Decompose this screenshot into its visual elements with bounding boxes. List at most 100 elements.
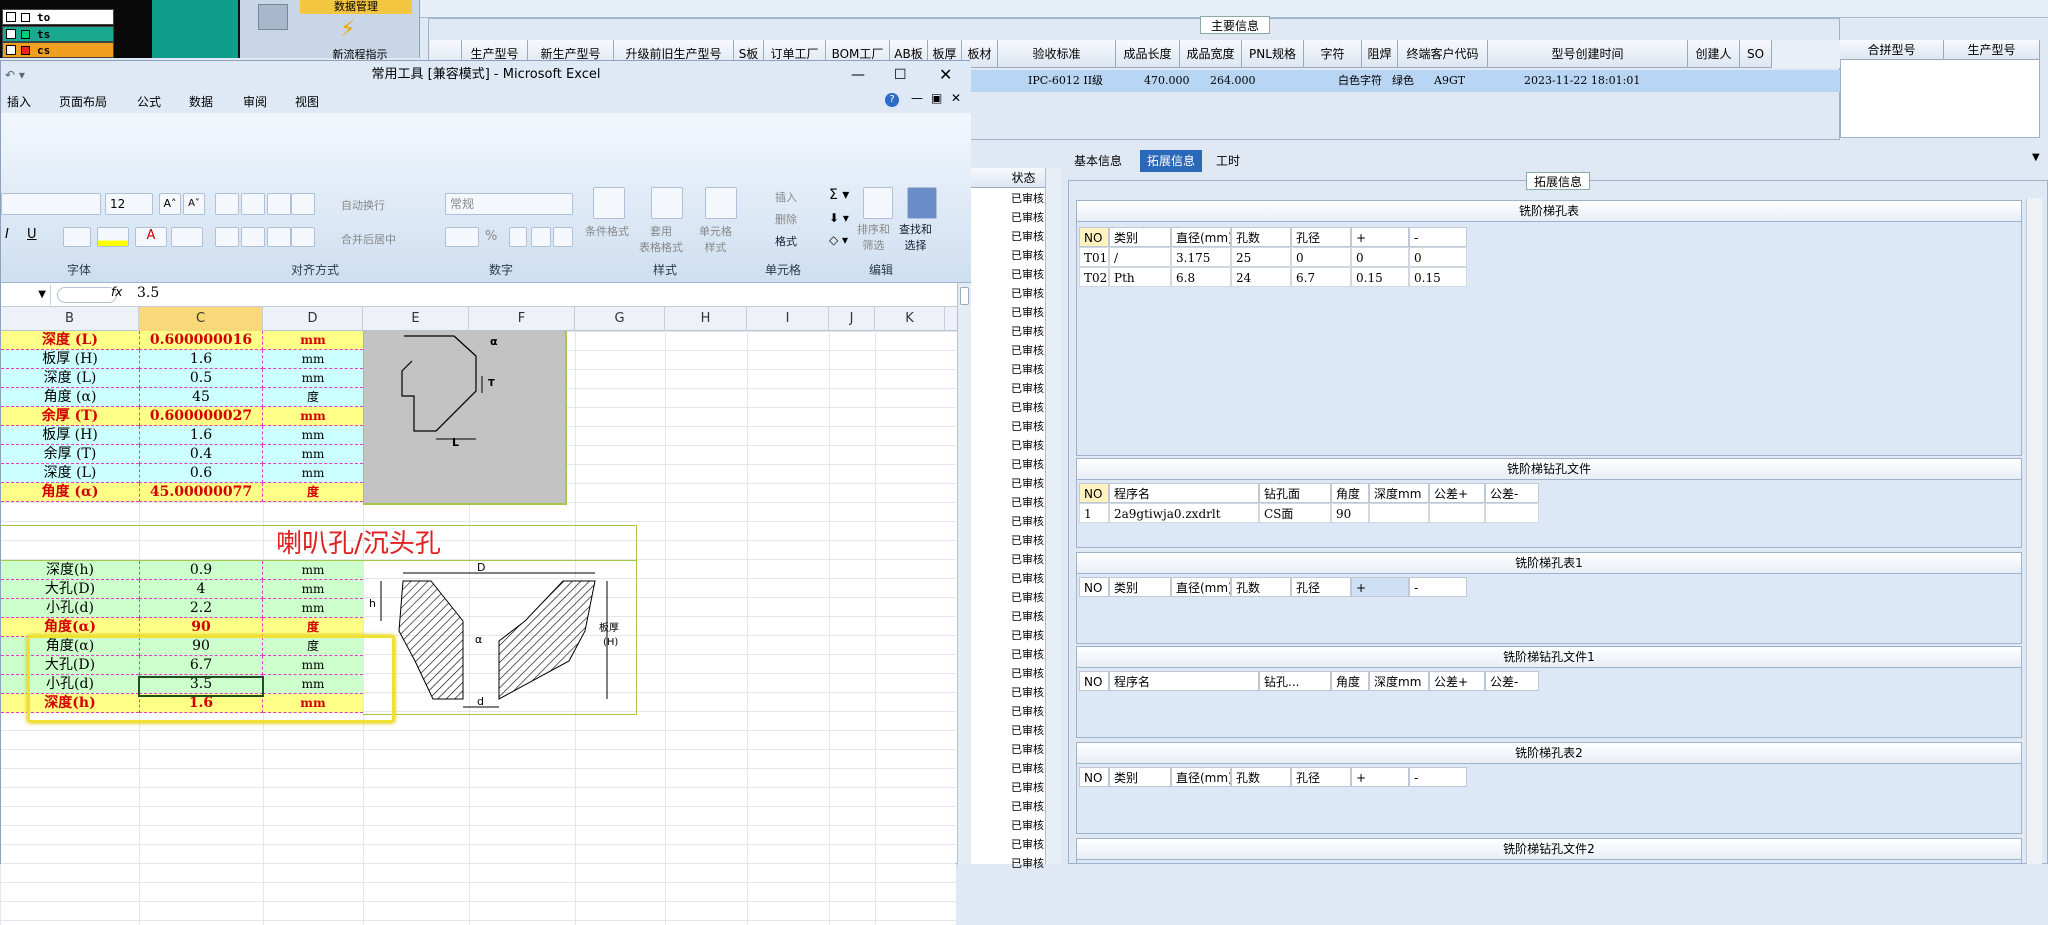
decrease-indent-icon[interactable] [291, 227, 315, 247]
status-cell[interactable]: 已审核 [1011, 209, 1045, 227]
table-cell[interactable]: 24 [1231, 267, 1291, 287]
status-cell[interactable]: 已审核 [1011, 741, 1045, 759]
status-cell[interactable]: 已审核 [1011, 418, 1045, 436]
increase-decimal-icon[interactable] [531, 227, 551, 247]
param-unit[interactable]: mm [263, 464, 363, 483]
column-header[interactable]: 成品长度 [1116, 40, 1180, 68]
status-header[interactable]: 状态 [971, 168, 1046, 188]
phonetic-icon[interactable] [171, 227, 203, 247]
table-cell[interactable]: T01 [1079, 247, 1109, 267]
column-header[interactable]: G [575, 307, 665, 331]
status-cell[interactable]: 已审核 [1011, 380, 1045, 398]
table-cell[interactable]: / [1109, 247, 1171, 267]
tab-formulas[interactable]: 公式 [137, 93, 161, 110]
orientation-icon[interactable] [291, 193, 315, 215]
currency-icon[interactable] [445, 227, 479, 247]
param-value[interactable]: 0.600000016 [139, 331, 263, 350]
layer-item[interactable]: cs [2, 42, 114, 58]
font-size-select[interactable]: 12 [105, 193, 153, 215]
table-cell[interactable]: 1 [1079, 503, 1109, 523]
status-cell[interactable]: 已审核 [1011, 665, 1045, 683]
table-cell[interactable]: CS面 [1259, 503, 1331, 523]
status-cell[interactable]: 已审核 [1011, 627, 1045, 645]
column-header[interactable]: PNL规格 [1242, 40, 1304, 68]
tab-data[interactable]: 数据 [189, 93, 213, 110]
param-label[interactable]: 角度 (α) [1, 388, 139, 407]
tab-basic-info[interactable]: 基本信息 [1074, 152, 1122, 169]
param-value[interactable]: 0.6 [139, 464, 263, 483]
clear-icon[interactable]: ◇ ▾ [829, 233, 848, 247]
param-value[interactable]: 45.00000077 [139, 483, 263, 502]
ribbon-restore-icon[interactable]: ▣ [931, 91, 942, 105]
insert-button[interactable]: 插入 [775, 189, 797, 205]
table-cell[interactable]: 90 [1331, 503, 1369, 523]
format-button[interactable]: 格式 [775, 233, 797, 249]
number-format-select[interactable]: 常规 [445, 193, 573, 215]
column-header[interactable]: D [263, 307, 363, 331]
lightning-icon[interactable]: ⚡ [340, 18, 364, 42]
column-header[interactable]: E [363, 307, 469, 331]
column-header-selected[interactable]: C [139, 307, 263, 331]
param-value[interactable]: 0.4 [139, 445, 263, 464]
table-cell[interactable] [1369, 503, 1429, 523]
status-cell[interactable]: 已审核 [1011, 589, 1045, 607]
status-cell[interactable]: 已审核 [1011, 551, 1045, 569]
cell-styles-button[interactable]: 单元格 样式 [699, 223, 732, 255]
column-header[interactable]: 生产型号 [1944, 40, 2040, 60]
table-cell[interactable]: 0 [1291, 247, 1351, 267]
worksheet[interactable]: 深度 (L) 0.600000016 mm 板厚 (H) 1.6 mm 深度 (L) 0.5 m… [1, 331, 956, 925]
tab-work-hours[interactable]: 工时 [1216, 152, 1240, 169]
conditional-format-button[interactable]: 条件格式 [585, 223, 629, 239]
param-label[interactable]: 余厚 (T) [1, 407, 139, 426]
italic-icon[interactable]: I [5, 227, 9, 242]
quick-access-icon[interactable]: ↶ ▾ [5, 61, 25, 89]
status-cell[interactable]: 已审核 [1011, 722, 1045, 740]
column-header[interactable]: 验收标准 [998, 40, 1116, 68]
status-cell[interactable]: 已审核 [1011, 779, 1045, 797]
param-label[interactable]: 大孔(D) [1, 580, 139, 599]
table-cell[interactable]: 6.7 [1291, 267, 1351, 287]
scroll-thumb[interactable] [960, 287, 969, 305]
panel-scrollbar[interactable] [2026, 198, 2042, 864]
status-cell[interactable]: 已审核 [1011, 361, 1045, 379]
sum-icon[interactable]: Σ ▾ [829, 187, 849, 203]
decrease-decimal-icon[interactable] [553, 227, 573, 247]
param-unit[interactable]: mm [263, 580, 363, 599]
name-box-dropdown-icon[interactable]: ▼ [1, 285, 51, 305]
param-value[interactable]: 0.5 [139, 369, 263, 388]
column-header[interactable]: F [469, 307, 575, 331]
layer-item[interactable]: ts [2, 26, 114, 42]
column-header[interactable]: 型号创建时间 [1488, 40, 1688, 68]
align-right-icon[interactable] [267, 227, 291, 247]
align-center-icon[interactable] [241, 227, 265, 247]
align-middle-icon[interactable] [241, 193, 265, 215]
column-header[interactable]: I [747, 307, 829, 331]
table-cell[interactable]: 3.175 [1171, 247, 1231, 267]
find-select-icon[interactable] [907, 187, 937, 219]
param-value[interactable]: 1.6 [139, 350, 263, 369]
find-select-button[interactable]: 查找和 选择 [899, 221, 932, 253]
param-label[interactable]: 小孔(d) [1, 599, 139, 618]
column-header[interactable]: J [829, 307, 875, 331]
tab-page-layout[interactable]: 页面布局 [59, 93, 107, 110]
param-unit[interactable]: mm [263, 561, 363, 580]
minimize-button[interactable]: — [851, 61, 865, 89]
printer-icon[interactable] [258, 4, 288, 30]
shrink-font-icon[interactable]: A˅ [183, 193, 205, 215]
status-cell[interactable]: 已审核 [1011, 437, 1045, 455]
data-manage-button[interactable]: 数据管理 [300, 0, 412, 14]
param-unit[interactable]: mm [263, 331, 363, 350]
fx-icon[interactable]: fx [111, 285, 122, 299]
table-cell[interactable]: 0 [1409, 247, 1467, 267]
column-header[interactable]: K [875, 307, 945, 331]
ribbon-minimize-icon[interactable]: — [911, 91, 923, 105]
tab-insert[interactable]: 插入 [7, 93, 31, 110]
merge-center-button[interactable]: 合并后居中 [341, 231, 396, 247]
table-cell[interactable]: 0.15 [1351, 267, 1409, 287]
status-cell[interactable]: 已审核 [1011, 399, 1045, 417]
close-button[interactable]: ✕ [939, 61, 952, 89]
status-cell[interactable]: 已审核 [1011, 513, 1045, 531]
param-unit[interactable]: 度 [263, 388, 363, 407]
param-unit[interactable]: mm [263, 407, 363, 426]
status-cell[interactable]: 已审核 [1011, 304, 1045, 322]
